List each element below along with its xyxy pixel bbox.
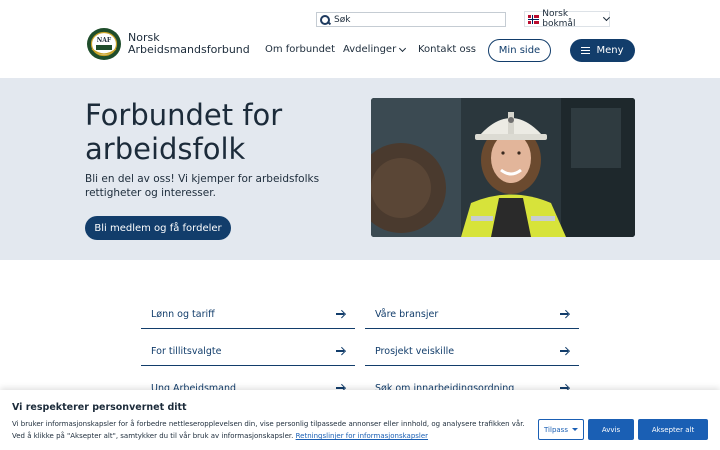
cookie-text: Vi bruker informasjonskapsler for å forb… xyxy=(12,418,527,442)
link-prosjekt-veiskille[interactable]: Prosjekt veiskille xyxy=(365,337,579,366)
nav-kontakt-oss[interactable]: Kontakt oss xyxy=(418,44,476,55)
become-member-button[interactable]: Bli medlem og få fordeler xyxy=(85,216,231,240)
chevron-down-icon xyxy=(399,44,407,52)
link-label: Lønn og tariff xyxy=(151,308,215,320)
cookie-reject-button[interactable]: Avvis xyxy=(588,419,634,440)
search-icon[interactable] xyxy=(320,14,330,25)
search-box[interactable] xyxy=(316,12,506,27)
min-side-button[interactable]: Min side xyxy=(488,39,551,62)
norway-flag-icon xyxy=(528,14,540,24)
cookie-policy-link[interactable]: Retningslinjer for informasjonskapsler xyxy=(296,432,428,440)
link-for-tillitsvalgte[interactable]: For tillitsvalgte xyxy=(141,337,355,366)
arrow-right-icon xyxy=(336,347,345,355)
hero-title: Forbundet for arbeidsfolk xyxy=(85,98,283,166)
nav-avdelinger[interactable]: Avdelinger xyxy=(343,44,407,55)
hero-image-worker xyxy=(371,98,635,237)
cookie-accept-all-button[interactable]: Aksepter alt xyxy=(638,419,708,440)
menu-button[interactable]: Meny xyxy=(570,39,635,62)
cookie-body: Vi bruker informasjonskapsler for å forb… xyxy=(12,420,525,440)
hamburger-icon xyxy=(581,47,591,54)
language-label: Norsk bokmål xyxy=(542,9,576,29)
cookie-customize-label: Tilpass xyxy=(544,425,568,434)
brand-line-2: Arbeidsmandsforbund xyxy=(128,43,250,56)
link-lonn-og-tariff[interactable]: Lønn og tariff xyxy=(141,300,355,329)
svg-text:NAF: NAF xyxy=(97,37,112,44)
arrow-right-icon xyxy=(560,347,569,355)
nav-om-forbundet[interactable]: Om forbundet xyxy=(265,44,335,55)
arrow-right-icon xyxy=(336,310,345,318)
cookie-title: Vi respekterer personvernet ditt xyxy=(12,402,187,413)
chevron-down-icon xyxy=(603,14,611,21)
link-label: Prosjekt veiskille xyxy=(375,345,455,357)
search-input[interactable] xyxy=(334,14,494,25)
hero-text: Bli en del av oss! Vi kjemper for arbeid… xyxy=(85,173,320,199)
brand-name[interactable]: Norsk Arbeidsmandsforbund xyxy=(128,32,250,56)
menu-button-label: Meny xyxy=(596,45,624,56)
arrow-right-icon xyxy=(560,310,569,318)
link-label: Våre bransjer xyxy=(375,308,439,320)
link-vare-bransjer[interactable]: Våre bransjer xyxy=(365,300,579,329)
page: Norsk bokmål NAF Norsk Arbeidsmandsforbu… xyxy=(0,0,720,450)
site-header: Norsk bokmål NAF Norsk Arbeidsmandsforbu… xyxy=(0,0,720,78)
cookie-customize-button[interactable]: Tilpass xyxy=(538,419,584,440)
nav-avdelinger-label: Avdelinger xyxy=(343,44,397,55)
caret-down-icon xyxy=(571,428,578,431)
link-label: For tillitsvalgte xyxy=(151,345,222,357)
naf-logo[interactable]: NAF xyxy=(86,27,122,61)
language-selector[interactable]: Norsk bokmål xyxy=(524,9,611,29)
